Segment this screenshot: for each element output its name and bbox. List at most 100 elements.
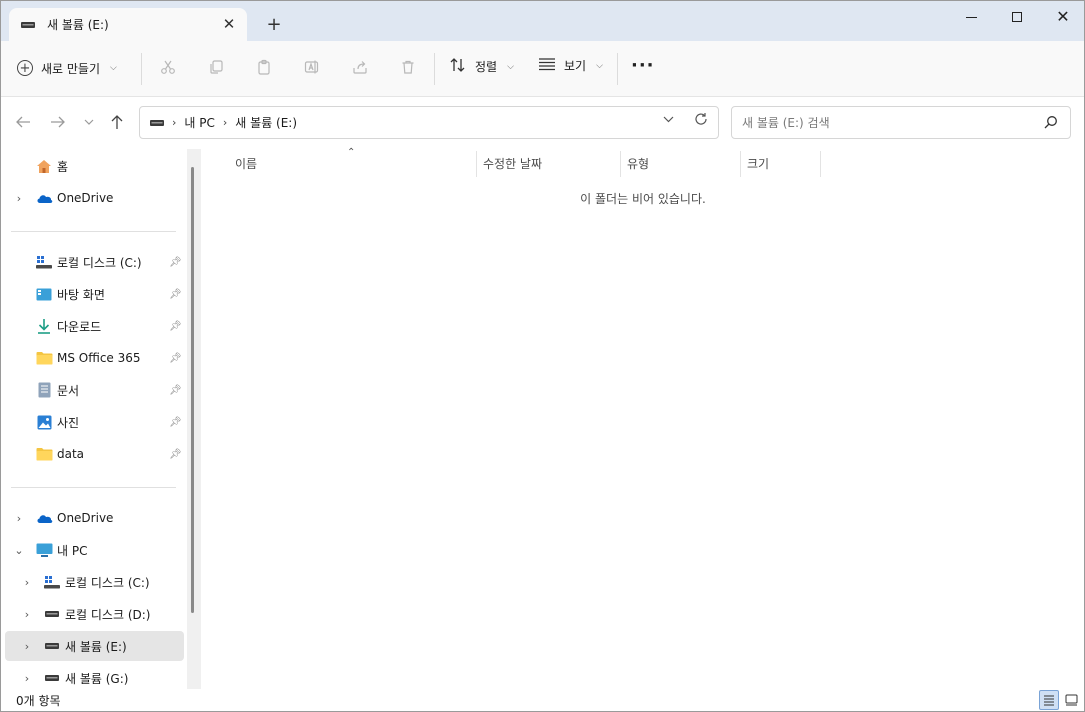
sidebar-item-pictures[interactable]: 사진 📌︎ <box>5 407 184 437</box>
forward-arrow-icon[interactable] <box>48 112 68 132</box>
drive-icon <box>43 606 61 622</box>
delete-icon[interactable] <box>398 57 418 77</box>
status-bar: 0개 항목 <box>1 689 1084 711</box>
this-pc-icon <box>35 542 53 558</box>
sort-ascending-caret-icon: ⌃ <box>347 147 356 158</box>
sidebar-item-drive-e[interactable]: › 새 볼륨 (E:) <box>5 631 184 661</box>
back-arrow-icon[interactable] <box>13 112 33 132</box>
column-header-date-modified[interactable]: 수정한 날짜 <box>483 155 542 172</box>
pin-icon[interactable]: 📌︎ <box>169 353 182 364</box>
pin-icon[interactable]: 📌︎ <box>169 449 182 460</box>
sidebar-item-label: 새 볼륨 (G:) <box>65 671 129 686</box>
more-options-button[interactable]: ··· <box>631 55 655 76</box>
tab-title: 새 볼륨 (E:) <box>47 18 109 32</box>
address-history-chevron-icon[interactable] <box>663 115 674 126</box>
minimize-button[interactable] <box>948 1 994 33</box>
close-window-button[interactable]: ✕ <box>1040 1 1084 33</box>
chevron-down-icon: ⌵ <box>596 60 603 71</box>
sidebar-scrollbar-thumb[interactable] <box>191 167 194 613</box>
sidebar-scrollbar[interactable] <box>187 149 201 689</box>
new-tab-button[interactable]: + <box>263 15 285 37</box>
column-divider[interactable] <box>476 151 477 177</box>
command-bar: + 새로 만들기 ⌵ 정렬 ⌵ 보기 ⌵ ··· <box>1 41 1084 97</box>
chevron-right-icon[interactable]: › <box>21 576 33 589</box>
chevron-right-icon[interactable]: › <box>13 192 25 205</box>
chevron-right-icon[interactable]: › <box>21 640 33 653</box>
rename-icon[interactable] <box>302 57 322 77</box>
view-button[interactable]: 보기 ⌵ <box>538 57 603 74</box>
pin-icon[interactable]: 📌︎ <box>169 417 182 428</box>
pictures-icon <box>35 414 53 430</box>
breadcrumb-current-drive[interactable]: 새 볼륨 (E:) <box>235 114 297 131</box>
download-icon <box>35 318 53 334</box>
details-view-button[interactable] <box>1039 690 1059 710</box>
sidebar-item-local-disk-c[interactable]: 로컬 디스크 (C:) 📌︎ <box>5 247 184 277</box>
toolbar-divider <box>617 53 618 85</box>
disk-c-icon <box>35 254 53 270</box>
sidebar-item-label: 사진 <box>57 415 80 430</box>
view-list-icon <box>538 57 556 74</box>
search-input[interactable] <box>732 107 1032 138</box>
sidebar-item-drive-d[interactable]: › 로컬 디스크 (D:) <box>5 599 184 629</box>
sidebar-divider <box>11 231 176 232</box>
copy-icon[interactable] <box>206 57 226 77</box>
close-tab-icon[interactable]: ✕ <box>221 16 237 32</box>
maximize-icon <box>1012 12 1022 22</box>
column-header-name[interactable]: 이름 <box>235 155 257 172</box>
drive-icon <box>21 18 35 32</box>
new-button[interactable]: + 새로 만들기 ⌵ <box>17 53 117 83</box>
column-header-type[interactable]: 유형 <box>627 155 649 172</box>
pin-icon[interactable]: 📌︎ <box>169 385 182 396</box>
large-icons-view-button[interactable] <box>1061 690 1081 710</box>
pin-icon[interactable]: 📌︎ <box>169 289 182 300</box>
item-count: 0개 항목 <box>16 694 61 708</box>
breadcrumb-this-pc[interactable]: 내 PC <box>184 114 214 131</box>
sidebar-item-this-pc[interactable]: ⌄ 내 PC <box>5 535 184 565</box>
toolbar-divider <box>141 53 142 85</box>
title-bar: 새 볼륨 (E:) ✕ + ✕ <box>1 1 1084 41</box>
column-divider[interactable] <box>740 151 741 177</box>
pin-icon[interactable]: 📌︎ <box>169 257 182 268</box>
column-divider[interactable] <box>620 151 621 177</box>
sidebar-item-home[interactable]: 홈 <box>5 151 184 181</box>
search-box[interactable] <box>731 106 1071 139</box>
file-list-pane[interactable]: 이름 ⌃ 수정한 날짜 유형 크기 이 폴더는 비어 있습니다. <box>201 147 1084 689</box>
chevron-right-icon[interactable]: › <box>21 608 33 621</box>
pin-icon[interactable]: 📌︎ <box>169 321 182 332</box>
share-icon[interactable] <box>350 57 370 77</box>
navigation-pane: 홈 › OneDrive 로컬 디스크 (C:) 📌︎ 바탕 화면 📌︎ 다운로… <box>1 149 201 689</box>
sidebar-item-label: 로컬 디스크 (C:) <box>65 575 150 590</box>
chevron-right-icon[interactable]: › <box>172 116 176 129</box>
recent-locations-chevron-icon[interactable] <box>79 112 99 132</box>
sidebar-item-desktop[interactable]: 바탕 화면 📌︎ <box>5 279 184 309</box>
search-icon[interactable] <box>1044 115 1058 129</box>
tab-current[interactable]: 새 볼륨 (E:) ✕ <box>9 8 247 41</box>
chevron-right-icon[interactable]: › <box>223 116 227 129</box>
sidebar-item-label: OneDrive <box>57 191 114 205</box>
desktop-icon <box>35 286 53 302</box>
sidebar-item-onedrive[interactable]: › OneDrive <box>5 183 184 213</box>
folder-icon <box>35 350 53 366</box>
column-divider[interactable] <box>820 151 821 177</box>
sidebar-item-onedrive-tree[interactable]: › OneDrive <box>5 503 184 533</box>
sidebar-item-ms-office-365[interactable]: MS Office 365 📌︎ <box>5 343 184 373</box>
sidebar-item-downloads[interactable]: 다운로드 📌︎ <box>5 311 184 341</box>
chevron-right-icon[interactable]: › <box>13 512 25 525</box>
sidebar-item-label: 바탕 화면 <box>57 287 105 302</box>
refresh-icon[interactable] <box>694 112 708 130</box>
sidebar-item-label: MS Office 365 <box>57 351 141 365</box>
up-arrow-icon[interactable] <box>107 112 127 132</box>
paste-icon[interactable] <box>254 57 274 77</box>
cut-icon[interactable] <box>158 57 178 77</box>
chevron-down-icon[interactable]: ⌄ <box>13 544 25 557</box>
maximize-button[interactable] <box>994 1 1040 33</box>
folder-icon <box>35 446 53 462</box>
chevron-right-icon[interactable]: › <box>21 672 33 685</box>
document-icon <box>35 382 53 398</box>
sidebar-item-data[interactable]: data 📌︎ <box>5 439 184 469</box>
address-bar[interactable]: › 내 PC › 새 볼륨 (E:) <box>139 106 719 139</box>
column-header-size[interactable]: 크기 <box>747 155 769 172</box>
sidebar-item-drive-c[interactable]: › 로컬 디스크 (C:) <box>5 567 184 597</box>
sort-button[interactable]: 정렬 ⌵ <box>449 57 514 76</box>
sidebar-item-documents[interactable]: 문서 📌︎ <box>5 375 184 405</box>
